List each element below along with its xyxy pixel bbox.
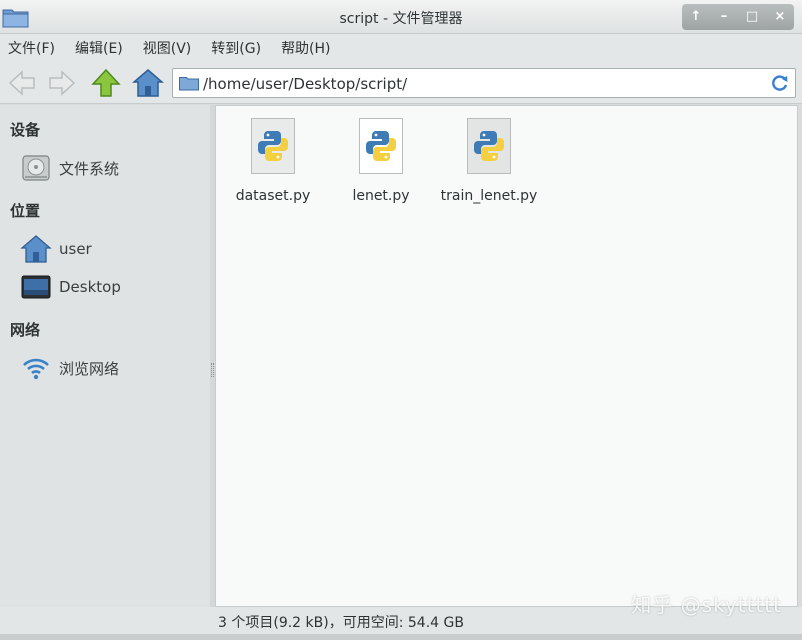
menu-help[interactable]: 帮助(H) xyxy=(281,38,330,58)
python-file-icon xyxy=(467,118,511,174)
status-bar: 3 个项目(9.2 kB)，可用空间: 54.4 GB 知乎 @skyttttt xyxy=(0,593,802,634)
sidebar-item-user[interactable]: user xyxy=(20,233,205,265)
window-bottom-edge xyxy=(0,634,802,640)
sidebar-item-browse-network[interactable]: 浏览网络 xyxy=(20,352,205,384)
home-icon[interactable] xyxy=(132,67,164,99)
sidebar-heading-places: 位置 xyxy=(10,202,41,220)
network-icon xyxy=(23,358,49,380)
menu-file[interactable]: 文件(F) xyxy=(8,38,55,58)
close-button[interactable]: × xyxy=(768,7,792,27)
sidebar: 设备 文件系统 位置 user Desktop 网络 浏览网络 xyxy=(0,105,210,607)
file-name: train_lenet.py xyxy=(440,188,538,204)
location-path[interactable]: /home/user/Desktop/script/ xyxy=(203,75,407,93)
splitter-grip[interactable] xyxy=(211,363,214,377)
location-bar[interactable]: /home/user/Desktop/script/ xyxy=(172,68,796,98)
file-item[interactable]: train_lenet.py xyxy=(434,118,544,204)
sidebar-item-label: Desktop xyxy=(59,278,121,296)
menu-go[interactable]: 转到(G) xyxy=(211,38,261,58)
drive-icon xyxy=(22,155,50,181)
file-item[interactable]: lenet.py xyxy=(326,118,436,204)
python-file-icon xyxy=(359,118,403,174)
sidebar-item-label: user xyxy=(59,240,92,258)
minimize-button[interactable]: – xyxy=(712,7,736,27)
status-text: 3 个项目(9.2 kB)，可用空间: 54.4 GB xyxy=(218,615,464,631)
menu-bar: 文件(F) 编辑(E) 视图(V) 转到(G) 帮助(H) xyxy=(0,34,802,62)
sidebar-heading-network: 网络 xyxy=(10,321,41,339)
reload-icon[interactable] xyxy=(770,73,790,93)
up-icon[interactable] xyxy=(90,67,122,99)
file-name: lenet.py xyxy=(352,188,410,204)
file-item[interactable]: dataset.py xyxy=(218,118,328,204)
sidebar-item-desktop[interactable]: Desktop xyxy=(20,271,205,303)
sidebar-heading-devices: 设备 xyxy=(10,121,41,139)
file-name: dataset.py xyxy=(235,188,311,204)
keep-above-button[interactable]: ↑ xyxy=(684,7,708,27)
sidebar-item-filesystem[interactable]: 文件系统 xyxy=(20,152,205,184)
back-icon[interactable] xyxy=(6,67,38,99)
home-folder-icon xyxy=(20,235,52,263)
watermark: 知乎 @skyttttt xyxy=(631,593,782,617)
folder-icon xyxy=(179,77,199,91)
desktop-icon xyxy=(21,275,51,299)
sidebar-item-label: 文件系统 xyxy=(59,159,120,178)
toolbar: /home/user/Desktop/script/ xyxy=(0,62,802,104)
title-bar[interactable]: script - 文件管理器 ↑ – □ × xyxy=(0,0,802,34)
menu-view[interactable]: 视图(V) xyxy=(143,38,192,58)
window-controls: ↑ – □ × xyxy=(682,4,794,30)
forward-icon[interactable] xyxy=(46,67,78,99)
maximize-button[interactable]: □ xyxy=(740,7,764,27)
python-file-icon xyxy=(251,118,295,174)
menu-edit[interactable]: 编辑(E) xyxy=(75,38,123,58)
file-view[interactable]: dataset.py lenet.py train_lenet.py xyxy=(215,105,798,607)
sidebar-item-label: 浏览网络 xyxy=(59,359,120,378)
